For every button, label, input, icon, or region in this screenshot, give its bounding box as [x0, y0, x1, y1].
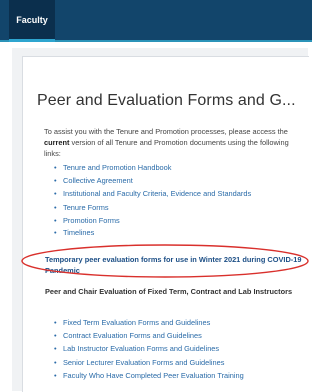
link-senior-lecturer-evaluation[interactable]: Senior Lecturer Evaluation Forms and Gui… — [50, 356, 244, 369]
link-fixed-term-evaluation[interactable]: Fixed Term Evaluation Forms and Guidelin… — [50, 316, 244, 329]
page-title: Peer and Evaluation Forms and G... — [37, 92, 296, 109]
tab-faculty[interactable]: Faculty — [9, 0, 55, 42]
link-collective-agreement[interactable]: Collective Agreement — [50, 174, 251, 187]
top-navigation-bar: Faculty — [0, 0, 312, 42]
intro-text-start: To assist you with the Tenure and Promot… — [44, 127, 288, 136]
link-contract-evaluation[interactable]: Contract Evaluation Forms and Guidelines — [50, 329, 244, 342]
evaluation-links-list: Fixed Term Evaluation Forms and Guidelin… — [50, 316, 244, 382]
link-temporary-peer-evaluation-forms[interactable]: Temporary peer evaluation forms for use … — [45, 254, 307, 276]
intro-text-emphasis: current — [44, 138, 70, 147]
link-promotion-forms[interactable]: Promotion Forms — [50, 214, 251, 227]
link-timelines[interactable]: Timelines — [50, 227, 251, 235]
intro-paragraph: To assist you with the Tenure and Promot… — [44, 126, 294, 159]
link-tenure-forms[interactable]: Tenure Forms — [50, 201, 251, 214]
link-criteria-evidence-standards[interactable]: Institutional and Faculty Criteria, Evid… — [50, 187, 251, 200]
intro-text-end: version of all Tenure and Promotion docu… — [44, 138, 289, 158]
link-lab-instructor-evaluation[interactable]: Lab Instructor Evaluation Forms and Guid… — [50, 342, 244, 355]
section-subheading: Peer and Chair Evaluation of Fixed Term,… — [45, 287, 293, 296]
tenure-links-list: Tenure and Promotion Handbook Collective… — [50, 161, 251, 235]
link-tenure-handbook[interactable]: Tenure and Promotion Handbook — [50, 161, 251, 174]
link-peer-evaluation-training[interactable]: Faculty Who Have Completed Peer Evaluati… — [50, 369, 244, 382]
